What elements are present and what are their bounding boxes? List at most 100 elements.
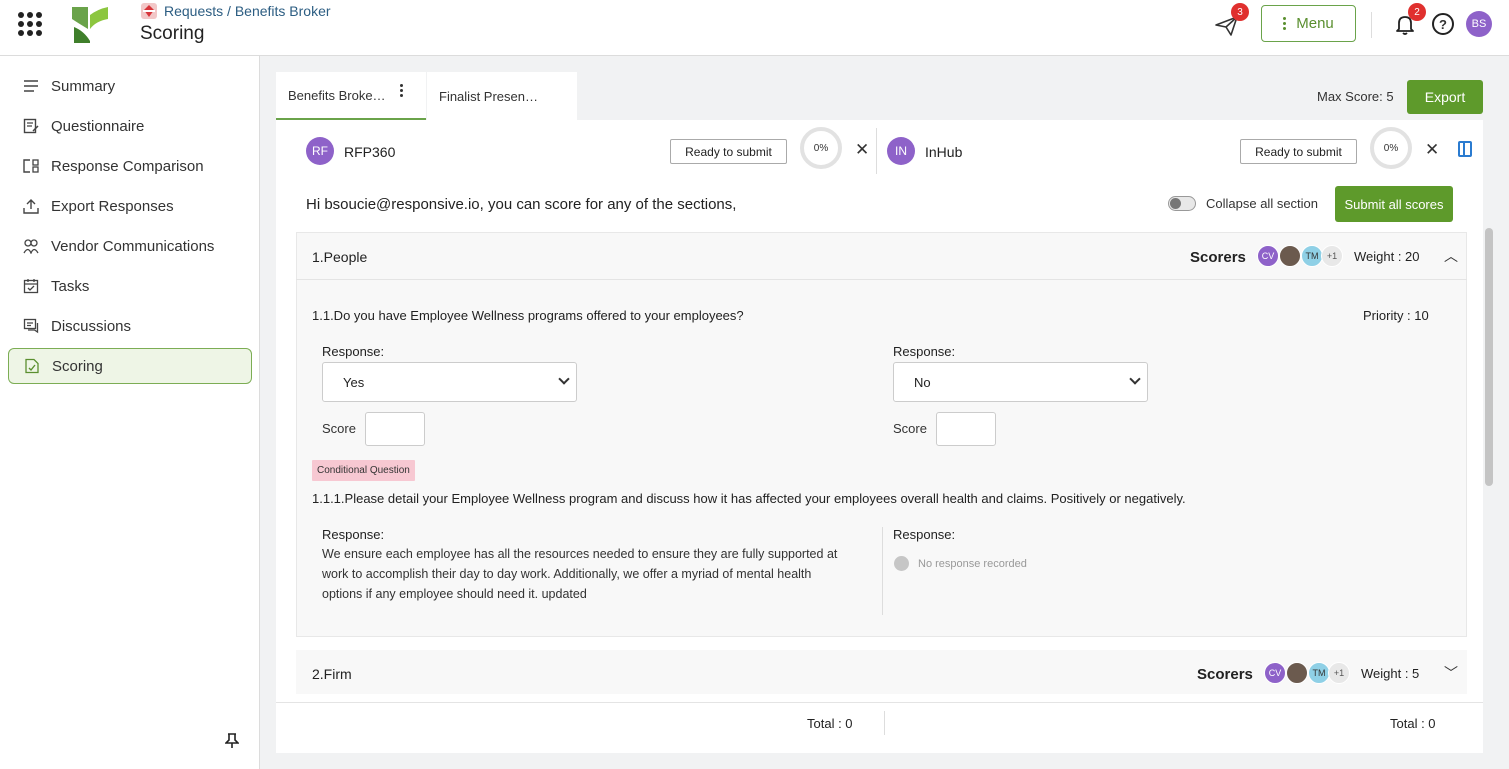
collapse-toggle[interactable] (1168, 196, 1196, 211)
breadcrumb[interactable]: Requests / Benefits Broker (140, 2, 331, 20)
tab-label: Benefits Broke… (288, 87, 386, 103)
question-priority: Priority : 10 (1363, 308, 1429, 323)
response-value: Yes (343, 374, 365, 390)
scrollbar[interactable] (1485, 228, 1493, 486)
chevron-down-icon[interactable]: ﹀ (1444, 663, 1458, 683)
sidebar-item-label: Scoring (52, 357, 103, 375)
no-response-icon (894, 556, 909, 571)
rfp-icon (141, 3, 157, 19)
kebab-icon (1283, 17, 1287, 30)
question-text: 1.1.Do you have Employee Wellness progra… (312, 308, 744, 323)
ready-to-submit-button[interactable]: Ready to submit (1240, 139, 1357, 164)
sidebar-item-label: Questionnaire (51, 117, 145, 135)
tab-kebab-icon[interactable] (400, 84, 403, 97)
users-icon (22, 237, 40, 255)
sidebar-item-questionnaire[interactable]: Questionnaire (8, 108, 252, 144)
score-input[interactable] (936, 412, 996, 446)
section-weight: Weight : 5 (1361, 666, 1420, 681)
totals-row (276, 702, 1483, 753)
chevron-up-icon[interactable]: ︿ (1444, 246, 1458, 266)
scorer-photo (1286, 662, 1308, 684)
response-label: Response: (893, 527, 956, 542)
vendor-avatar: RF (306, 137, 334, 165)
scorer-avatar: CV (1257, 245, 1279, 267)
breadcrumb-text[interactable]: Requests / Benefits Broker (164, 3, 331, 19)
response-select[interactable]: No (893, 362, 1148, 402)
menu-label: Menu (1296, 15, 1334, 32)
scorer-more[interactable]: +1 (1321, 245, 1343, 267)
response-divider (882, 527, 883, 615)
total-score: Total : 0 (1390, 716, 1436, 731)
vendor-avatar: IN (887, 137, 915, 165)
scorer-photo (1279, 245, 1301, 267)
user-avatar[interactable]: BS (1466, 11, 1492, 37)
close-icon[interactable]: ✕ (855, 140, 869, 160)
columns-icon[interactable] (1458, 141, 1472, 157)
sidebar-item-label: Vendor Communications (51, 237, 215, 255)
vendor-name: InHub (925, 144, 963, 160)
help-icon[interactable]: ? (1432, 13, 1454, 35)
scorer-avatar: TM (1301, 245, 1323, 267)
sidebar-item-scoring[interactable]: Scoring (8, 348, 252, 384)
response-select[interactable]: Yes (322, 362, 577, 402)
sidebar: Summary Questionnaire Response Compariso… (0, 56, 260, 769)
chevron-down-icon (558, 373, 570, 385)
export-button[interactable]: Export (1407, 80, 1483, 114)
score-input[interactable] (365, 412, 425, 446)
chevron-down-icon (1129, 373, 1141, 385)
sidebar-item-label: Tasks (51, 277, 90, 295)
app-launcher-icon[interactable] (18, 12, 42, 36)
upload-icon (22, 197, 40, 215)
top-header: Requests / Benefits Broker Scoring 3 Men… (0, 0, 1509, 56)
sidebar-item-discussions[interactable]: Discussions (8, 308, 252, 344)
sidebar-item-response-comparison[interactable]: Response Comparison (8, 148, 252, 184)
scorer-avatar: TM (1308, 662, 1330, 684)
sidebar-item-label: Discussions (51, 317, 132, 335)
tab-label: Finalist Presen… (439, 88, 538, 104)
no-response-text: No response recorded (918, 557, 1027, 570)
sidebar-item-vendor-communications[interactable]: Vendor Communications (8, 228, 252, 264)
sidebar-item-export-responses[interactable]: Export Responses (8, 188, 252, 224)
submit-all-scores-button[interactable]: Submit all scores (1335, 186, 1453, 222)
scoring-icon (23, 357, 41, 375)
header-divider (1371, 12, 1372, 38)
tab-finalist-presentation[interactable]: Finalist Presen… (427, 72, 577, 120)
sidebar-item-label: Response Comparison (51, 157, 204, 175)
progress-ring: 0% (800, 127, 842, 169)
totals-divider (884, 711, 885, 735)
section-title: 2.Firm (312, 666, 352, 682)
total-score: Total : 0 (807, 716, 853, 731)
progress-ring: 0% (1370, 127, 1412, 169)
ready-to-submit-button[interactable]: Ready to submit (670, 139, 787, 164)
calendar-check-icon (22, 277, 40, 295)
compare-icon (22, 157, 40, 175)
questionnaire-icon (22, 117, 40, 135)
list-icon (22, 77, 40, 95)
sidebar-item-label: Summary (51, 77, 116, 95)
sub-question-text: 1.1.1.Please detail your Employee Wellne… (312, 491, 1186, 506)
send-badge: 3 (1231, 3, 1249, 21)
scorers-label: Scorers (1197, 666, 1253, 683)
scorer-more[interactable]: +1 (1328, 662, 1350, 684)
vendor-divider (876, 128, 877, 174)
response-label: Response: (322, 344, 385, 359)
max-score: Max Score: 5 (1317, 89, 1394, 104)
section-title: 1.People (312, 249, 368, 265)
scorer-avatar: CV (1264, 662, 1286, 684)
response-text: We ensure each employee has all the reso… (322, 547, 838, 601)
collapse-label: Collapse all section (1206, 196, 1319, 211)
score-label: Score (893, 421, 927, 436)
tab-benefits-broker[interactable]: Benefits Broke… (276, 72, 426, 120)
response-value: No (914, 374, 931, 390)
notification-badge: 2 (1408, 3, 1426, 21)
score-label: Score (322, 421, 356, 436)
sidebar-item-tasks[interactable]: Tasks (8, 268, 252, 304)
close-icon[interactable]: ✕ (1425, 140, 1439, 160)
chat-icon (22, 317, 40, 335)
brand-logo[interactable] (70, 5, 110, 45)
pin-icon[interactable] (225, 733, 239, 749)
scorers-label: Scorers (1190, 249, 1246, 266)
menu-button[interactable]: Menu (1261, 5, 1356, 42)
response-label: Response: (322, 527, 385, 542)
sidebar-item-summary[interactable]: Summary (8, 68, 252, 104)
